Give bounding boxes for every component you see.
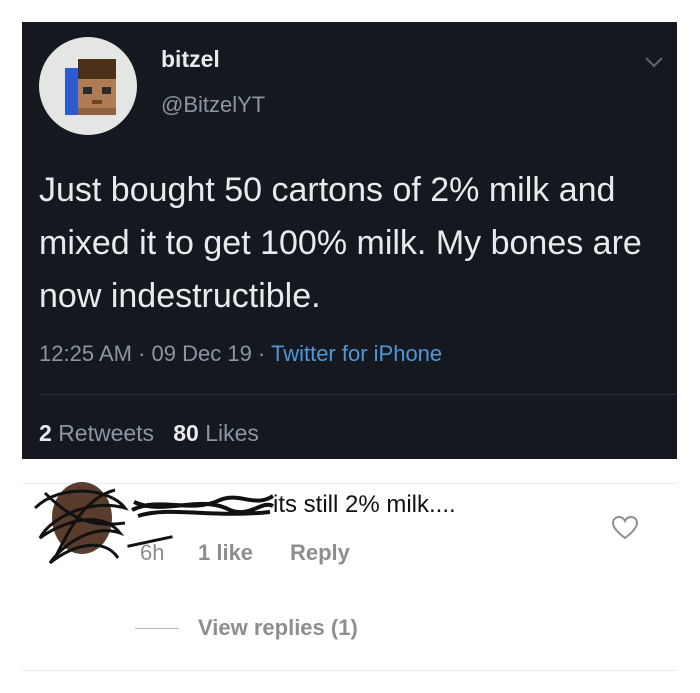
divider xyxy=(22,670,677,671)
reply-button[interactable]: Reply xyxy=(290,540,350,566)
user-handle[interactable]: @BitzelYT xyxy=(161,92,265,118)
heart-icon[interactable] xyxy=(611,515,639,541)
minecraft-avatar-icon xyxy=(65,59,116,115)
tweet-avatar[interactable] xyxy=(39,37,137,135)
likes-label: Likes xyxy=(205,420,259,446)
tweet-metadata: 12:25 AM · 09 Dec 19 · Twitter for iPhon… xyxy=(39,341,443,366)
likes-count: 80 xyxy=(173,420,199,446)
retweets-count: 2 xyxy=(39,420,52,446)
likes-stat[interactable]: 80 Likes xyxy=(173,420,259,446)
tweet-date: 09 Dec 19 xyxy=(151,341,252,366)
tweet-screenshot: bitzel @BitzelYT Just bought 50 cartons … xyxy=(22,22,677,459)
comment-text: its still 2% milk.... xyxy=(273,491,456,518)
tweet-source-link[interactable]: Twitter for iPhone xyxy=(271,341,442,366)
comment-likes[interactable]: 1 like xyxy=(198,540,253,566)
tweet-stats: 2 Retweets 80 Likes xyxy=(39,420,259,447)
redacted-username-scribble xyxy=(131,494,275,518)
retweets-label: Retweets xyxy=(58,420,155,446)
tweet-time: 12:25 AM xyxy=(39,341,132,366)
retweets-stat[interactable]: 2 Retweets xyxy=(39,420,154,446)
chevron-down-icon[interactable] xyxy=(642,54,666,70)
display-name[interactable]: bitzel xyxy=(161,46,220,73)
tweet-text: Just bought 50 cartons of 2% milk and mi… xyxy=(39,171,642,315)
divider xyxy=(39,394,677,395)
redacted-avatar-scribble xyxy=(33,482,129,565)
view-replies-line xyxy=(135,628,179,629)
view-replies-button[interactable]: View replies (1) xyxy=(198,615,358,641)
